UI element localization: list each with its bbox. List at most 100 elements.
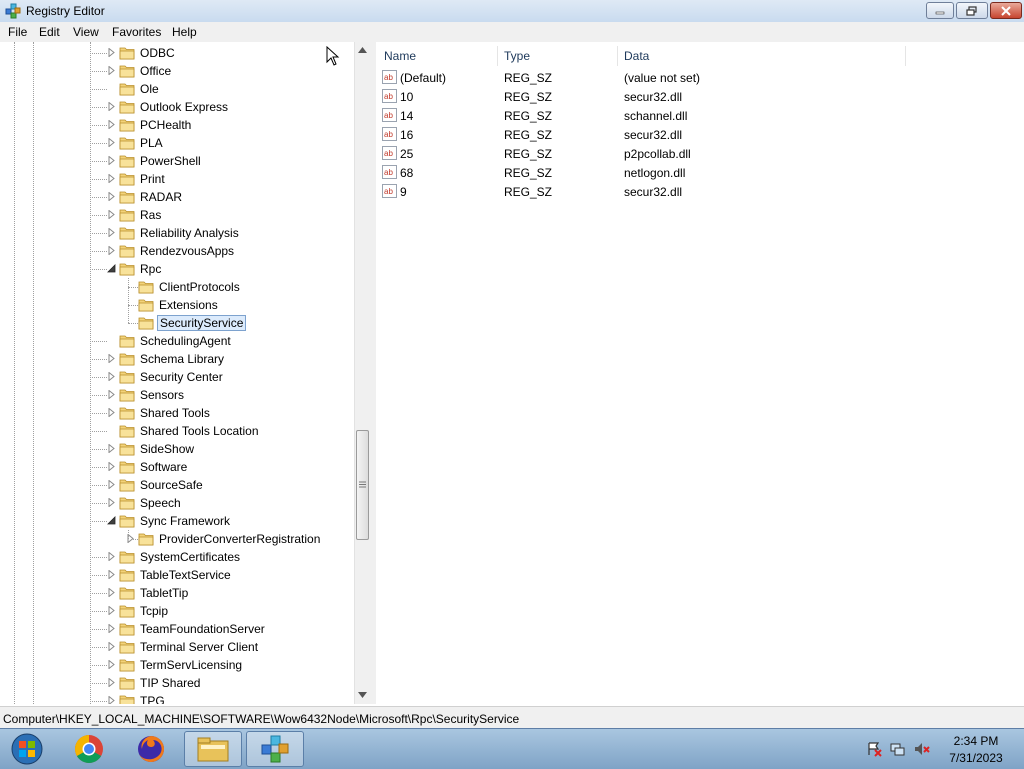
value-row[interactable]: ab (Default) REG_SZ (value not set) [376, 68, 1016, 87]
tree-item[interactable]: RendezvousApps [0, 242, 354, 260]
expand-arrow-icon[interactable] [107, 174, 116, 183]
tree-item[interactable]: Tcpip [0, 602, 354, 620]
expand-arrow-icon[interactable] [107, 120, 116, 129]
tree-item[interactable]: Security Center [0, 368, 354, 386]
tree-item[interactable]: ClientProtocols [0, 278, 354, 296]
minimize-button[interactable] [926, 2, 954, 19]
tree-item[interactable]: ProviderConverterRegistration [0, 530, 354, 548]
tree-item-label[interactable]: Rpc [138, 262, 163, 276]
close-button[interactable] [990, 2, 1022, 19]
start-button[interactable] [0, 731, 54, 767]
tree-item-label[interactable]: ClientProtocols [157, 280, 242, 294]
menu-edit[interactable]: Edit [39, 25, 60, 39]
expand-arrow-icon[interactable] [107, 390, 116, 399]
tree-item-label[interactable]: Ras [138, 208, 163, 222]
tree-item-label[interactable]: TPG [138, 694, 167, 704]
tree-item-label[interactable]: Sync Framework [138, 514, 232, 528]
scroll-up-arrow-icon[interactable] [358, 47, 367, 53]
expand-arrow-icon[interactable] [107, 192, 116, 201]
value-row[interactable]: ab 14 REG_SZ schannel.dll [376, 106, 1016, 125]
network-icon[interactable] [890, 741, 906, 757]
taskbar-registry-editor[interactable] [246, 731, 304, 767]
expand-arrow-icon[interactable] [107, 498, 116, 507]
tree-item[interactable]: Speech [0, 494, 354, 512]
tree-item-label[interactable]: Tcpip [138, 604, 170, 618]
collapse-arrow-icon[interactable] [107, 516, 116, 525]
tree-item-label[interactable]: Terminal Server Client [138, 640, 260, 654]
tree-item[interactable]: Rpc [0, 260, 354, 278]
expand-arrow-icon[interactable] [107, 156, 116, 165]
tree-item[interactable]: PCHealth [0, 116, 354, 134]
tree-item[interactable]: TermServLicensing [0, 656, 354, 674]
tree-item-label[interactable]: Speech [138, 496, 183, 510]
tree-item-label[interactable]: TeamFoundationServer [138, 622, 267, 636]
tree-item-label[interactable]: Shared Tools Location [138, 424, 261, 438]
tree-item-label[interactable]: Ole [138, 82, 161, 96]
tree-item[interactable]: Reliability Analysis [0, 224, 354, 242]
taskbar-firefox[interactable] [122, 731, 180, 767]
volume-muted-icon[interactable] [914, 741, 930, 757]
scrollbar-thumb[interactable] [356, 430, 369, 540]
tree-item-label[interactable]: TabletTip [138, 586, 190, 600]
expand-arrow-icon[interactable] [107, 660, 116, 669]
expand-arrow-icon[interactable] [107, 696, 116, 704]
expand-arrow-icon[interactable] [107, 228, 116, 237]
expand-arrow-icon[interactable] [107, 408, 116, 417]
expand-arrow-icon[interactable] [107, 462, 116, 471]
tree-item-label[interactable]: SecurityService [157, 315, 247, 331]
tree-item[interactable]: TabletTip [0, 584, 354, 602]
tree-item[interactable]: TeamFoundationServer [0, 620, 354, 638]
tree-vertical-scrollbar[interactable] [354, 42, 371, 704]
action-center-icon[interactable] [866, 741, 882, 757]
tree-item[interactable]: SchedulingAgent [0, 332, 354, 350]
tree-item-label[interactable]: TableTextService [138, 568, 233, 582]
tree-item[interactable]: SecurityService [0, 314, 354, 332]
value-row[interactable]: ab 16 REG_SZ secur32.dll [376, 125, 1016, 144]
expand-arrow-icon[interactable] [107, 138, 116, 147]
tree-item-label[interactable]: SideShow [138, 442, 196, 456]
expand-arrow-icon[interactable] [107, 372, 116, 381]
column-header-name[interactable]: Name [376, 42, 496, 68]
tree-item[interactable]: Ole [0, 80, 354, 98]
tree-item-label[interactable]: Software [138, 460, 189, 474]
expand-arrow-icon[interactable] [107, 48, 116, 57]
tree-item[interactable]: SideShow [0, 440, 354, 458]
registry-key-tree[interactable]: ODBC Office Ole Outlook Express PCHealth PLA P… [0, 42, 371, 704]
clock-date[interactable]: 7/31/2023 [946, 751, 1006, 765]
tree-item-label[interactable]: Extensions [157, 298, 220, 312]
column-divider[interactable] [905, 46, 906, 66]
expand-arrow-icon[interactable] [107, 66, 116, 75]
tree-item[interactable]: TIP Shared [0, 674, 354, 692]
tree-item-label[interactable]: Schema Library [138, 352, 226, 366]
tree-item[interactable]: Extensions [0, 296, 354, 314]
tree-item-label[interactable]: RendezvousApps [138, 244, 236, 258]
maximize-button[interactable] [956, 2, 988, 19]
tree-item[interactable]: SourceSafe [0, 476, 354, 494]
tree-item[interactable]: Software [0, 458, 354, 476]
tree-item-label[interactable]: Outlook Express [138, 100, 230, 114]
tree-item-label[interactable]: ODBC [138, 46, 177, 60]
tree-item-label[interactable]: PowerShell [138, 154, 203, 168]
tree-item-label[interactable]: RADAR [138, 190, 184, 204]
tree-item[interactable]: RADAR [0, 188, 354, 206]
value-row[interactable]: ab 25 REG_SZ p2pcollab.dll [376, 144, 1016, 163]
tree-item-label[interactable]: SourceSafe [138, 478, 205, 492]
tree-item-label[interactable]: PCHealth [138, 118, 193, 132]
tree-item[interactable]: SystemCertificates [0, 548, 354, 566]
tree-item[interactable]: Schema Library [0, 350, 354, 368]
tree-item-label[interactable]: PLA [138, 136, 165, 150]
tree-item[interactable]: Print [0, 170, 354, 188]
expand-arrow-icon[interactable] [107, 102, 116, 111]
expand-arrow-icon[interactable] [107, 210, 116, 219]
expand-arrow-icon[interactable] [107, 444, 116, 453]
tree-item[interactable]: Shared Tools [0, 404, 354, 422]
tree-item[interactable]: PowerShell [0, 152, 354, 170]
expand-arrow-icon[interactable] [107, 570, 116, 579]
tree-item-label[interactable]: Reliability Analysis [138, 226, 241, 240]
tree-item-label[interactable]: SchedulingAgent [138, 334, 233, 348]
expand-arrow-icon[interactable] [107, 606, 116, 615]
expand-arrow-icon[interactable] [107, 678, 116, 687]
tree-item[interactable]: Sensors [0, 386, 354, 404]
expand-arrow-icon[interactable] [107, 642, 116, 651]
scroll-down-arrow-icon[interactable] [358, 692, 367, 698]
